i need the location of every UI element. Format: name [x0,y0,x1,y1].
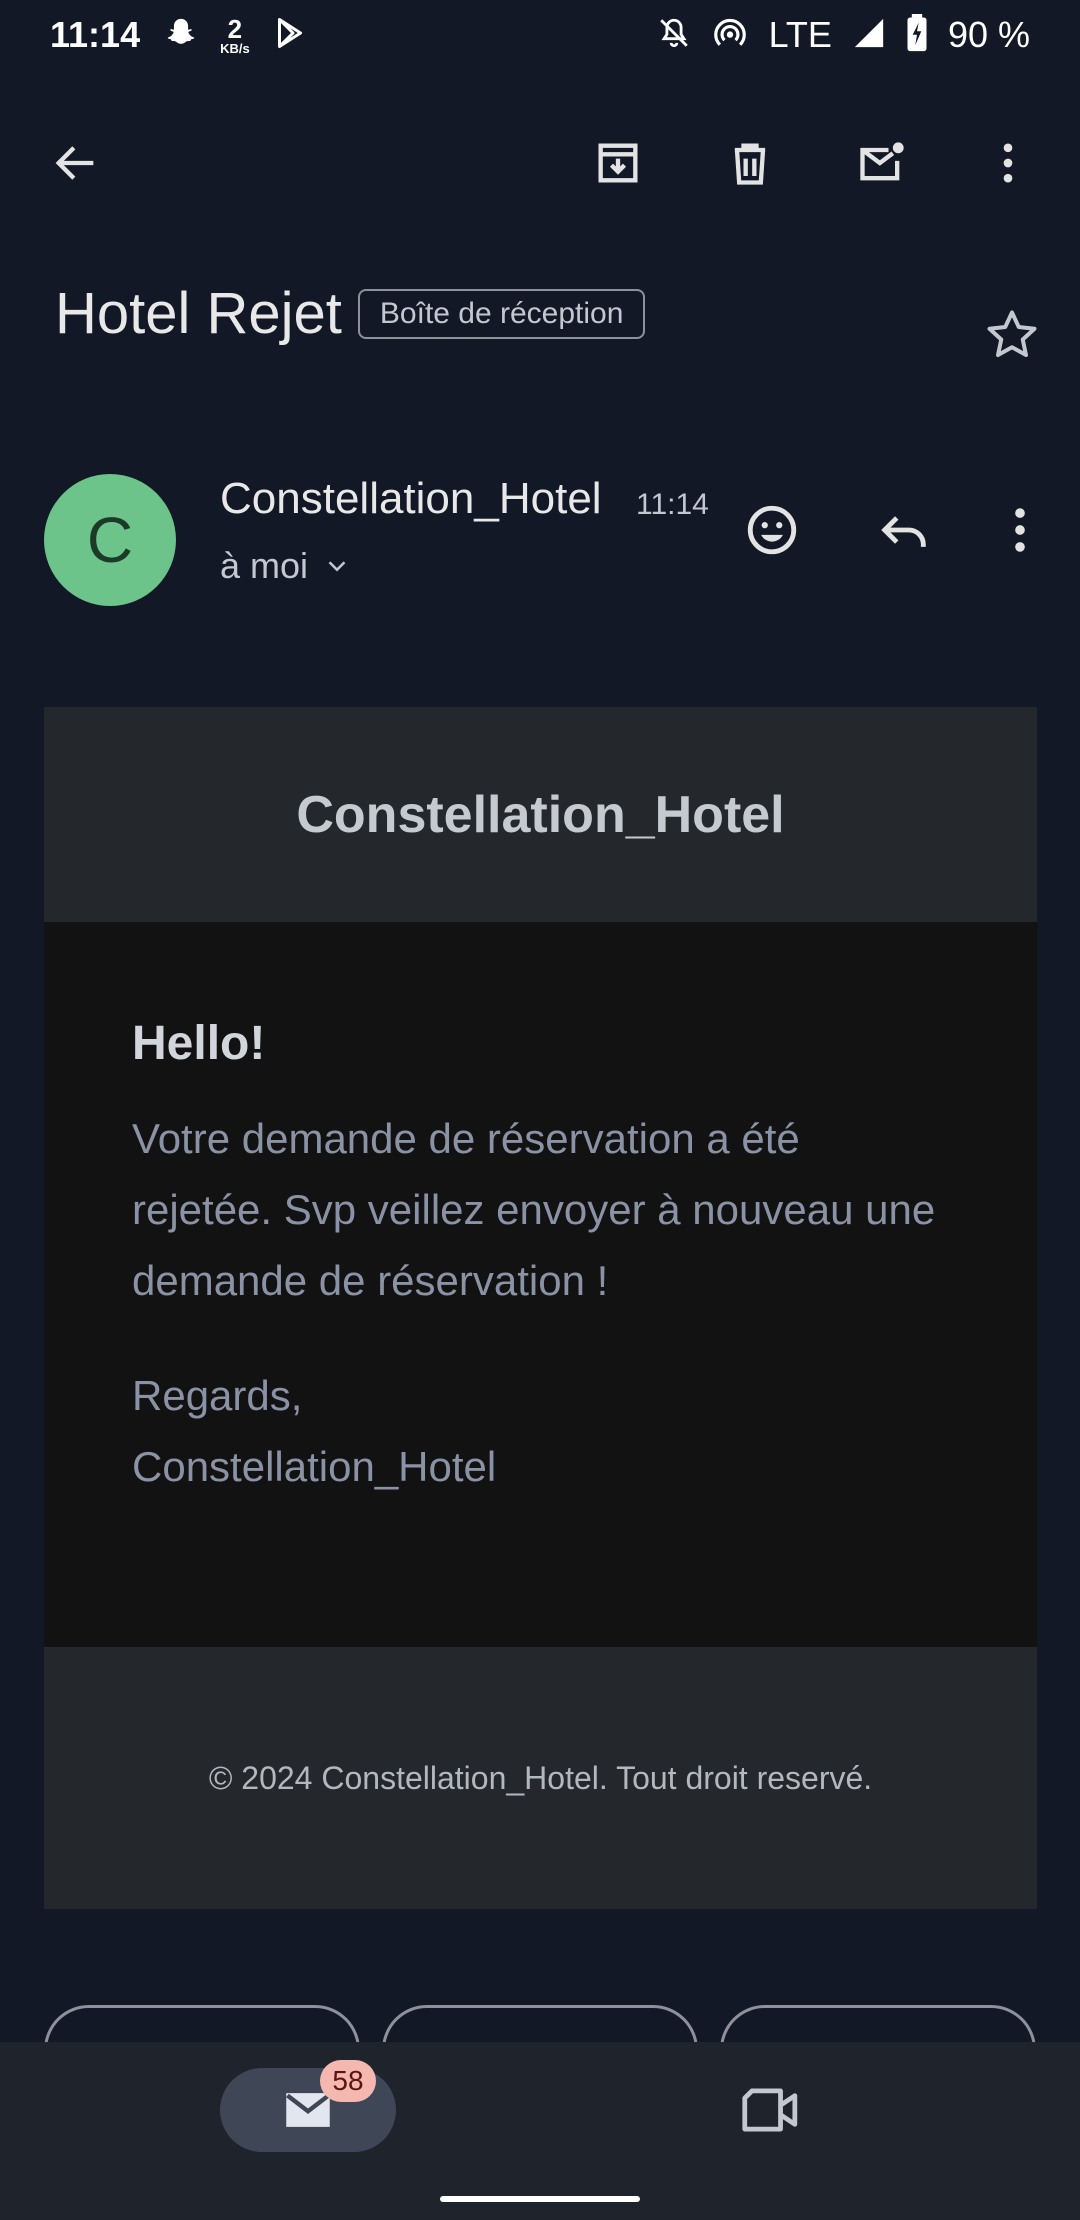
network-type: LTE [768,14,832,55]
delete-icon [734,143,766,185]
recipient-label: à moi [220,545,309,586]
do-not-disturb-icon [657,16,691,55]
more-vert-icon [1003,143,1013,183]
emoji-icon [747,505,797,555]
email-body-main: Hello! Votre demande de réservation a ét… [44,922,1037,1647]
delete-button[interactable] [714,127,786,199]
email-toolbar [0,120,1080,206]
play-store-icon [272,15,308,56]
network-speed: 2 KB/s [220,13,250,56]
recipient-details-toggle[interactable]: à moi [220,545,352,587]
star-button[interactable] [982,305,1042,365]
status-left-icons: 2 KB/s [164,15,308,56]
status-bar: 11:14 2 KB/s LTE 90 % [0,0,1080,70]
meet-video-icon [742,2088,798,2132]
back-arrow-icon [55,146,94,180]
archive-button[interactable] [582,127,654,199]
star-icon [987,310,1037,357]
email-header-title: Constellation_Hotel [296,785,785,844]
mark-unread-button[interactable] [846,127,918,199]
archive-icon [598,143,638,183]
hotspot-icon [711,14,749,57]
reply-icon [881,516,926,547]
mark-unread-icon [860,142,904,181]
signal-icon [852,16,886,55]
battery-percent: 90 % [947,14,1030,55]
snapchat-icon [164,16,198,55]
sent-time: 11:14 [636,488,709,521]
unread-count-badge: 58 [320,2060,376,2102]
email-signature: Constellation_Hotel [132,1443,497,1490]
more-options-button[interactable] [972,127,1044,199]
inbox-label-chip[interactable]: Boîte de réception [357,288,646,339]
email-subject: Hotel Rejet [55,281,342,346]
email-body-header: Constellation_Hotel [44,707,1037,922]
back-button[interactable] [40,127,112,199]
subject-row: Hotel Rejet Boîte de réception [55,280,646,347]
battery-charging-icon [906,13,928,57]
status-time: 11:14 [50,14,141,55]
reply-button[interactable] [868,494,940,566]
email-signature-block: Regards, Constellation_Hotel [132,1360,949,1502]
chevron-down-icon [328,561,346,572]
email-message: Votre demande de réservation a été rejet… [132,1115,936,1304]
sender-name: Constellation_Hotel [220,474,602,523]
email-footer-text: © 2024 Constellation_Hotel. Tout droit r… [208,1759,873,1796]
bottom-navigation [0,2042,1080,2220]
email-greeting: Hello! [132,1017,266,1070]
sender-avatar[interactable]: C [44,474,176,606]
nav-meet-tab[interactable] [738,2080,804,2140]
email-body-footer: © 2024 Constellation_Hotel. Tout droit r… [44,1647,1037,1909]
more-vert-icon [1015,508,1025,552]
status-right-icons: LTE 90 % [657,13,1030,57]
email-sign-off: Regards, [132,1372,303,1419]
message-more-button[interactable] [984,494,1056,566]
home-indicator[interactable] [440,2196,640,2202]
add-reaction-button[interactable] [736,494,808,566]
